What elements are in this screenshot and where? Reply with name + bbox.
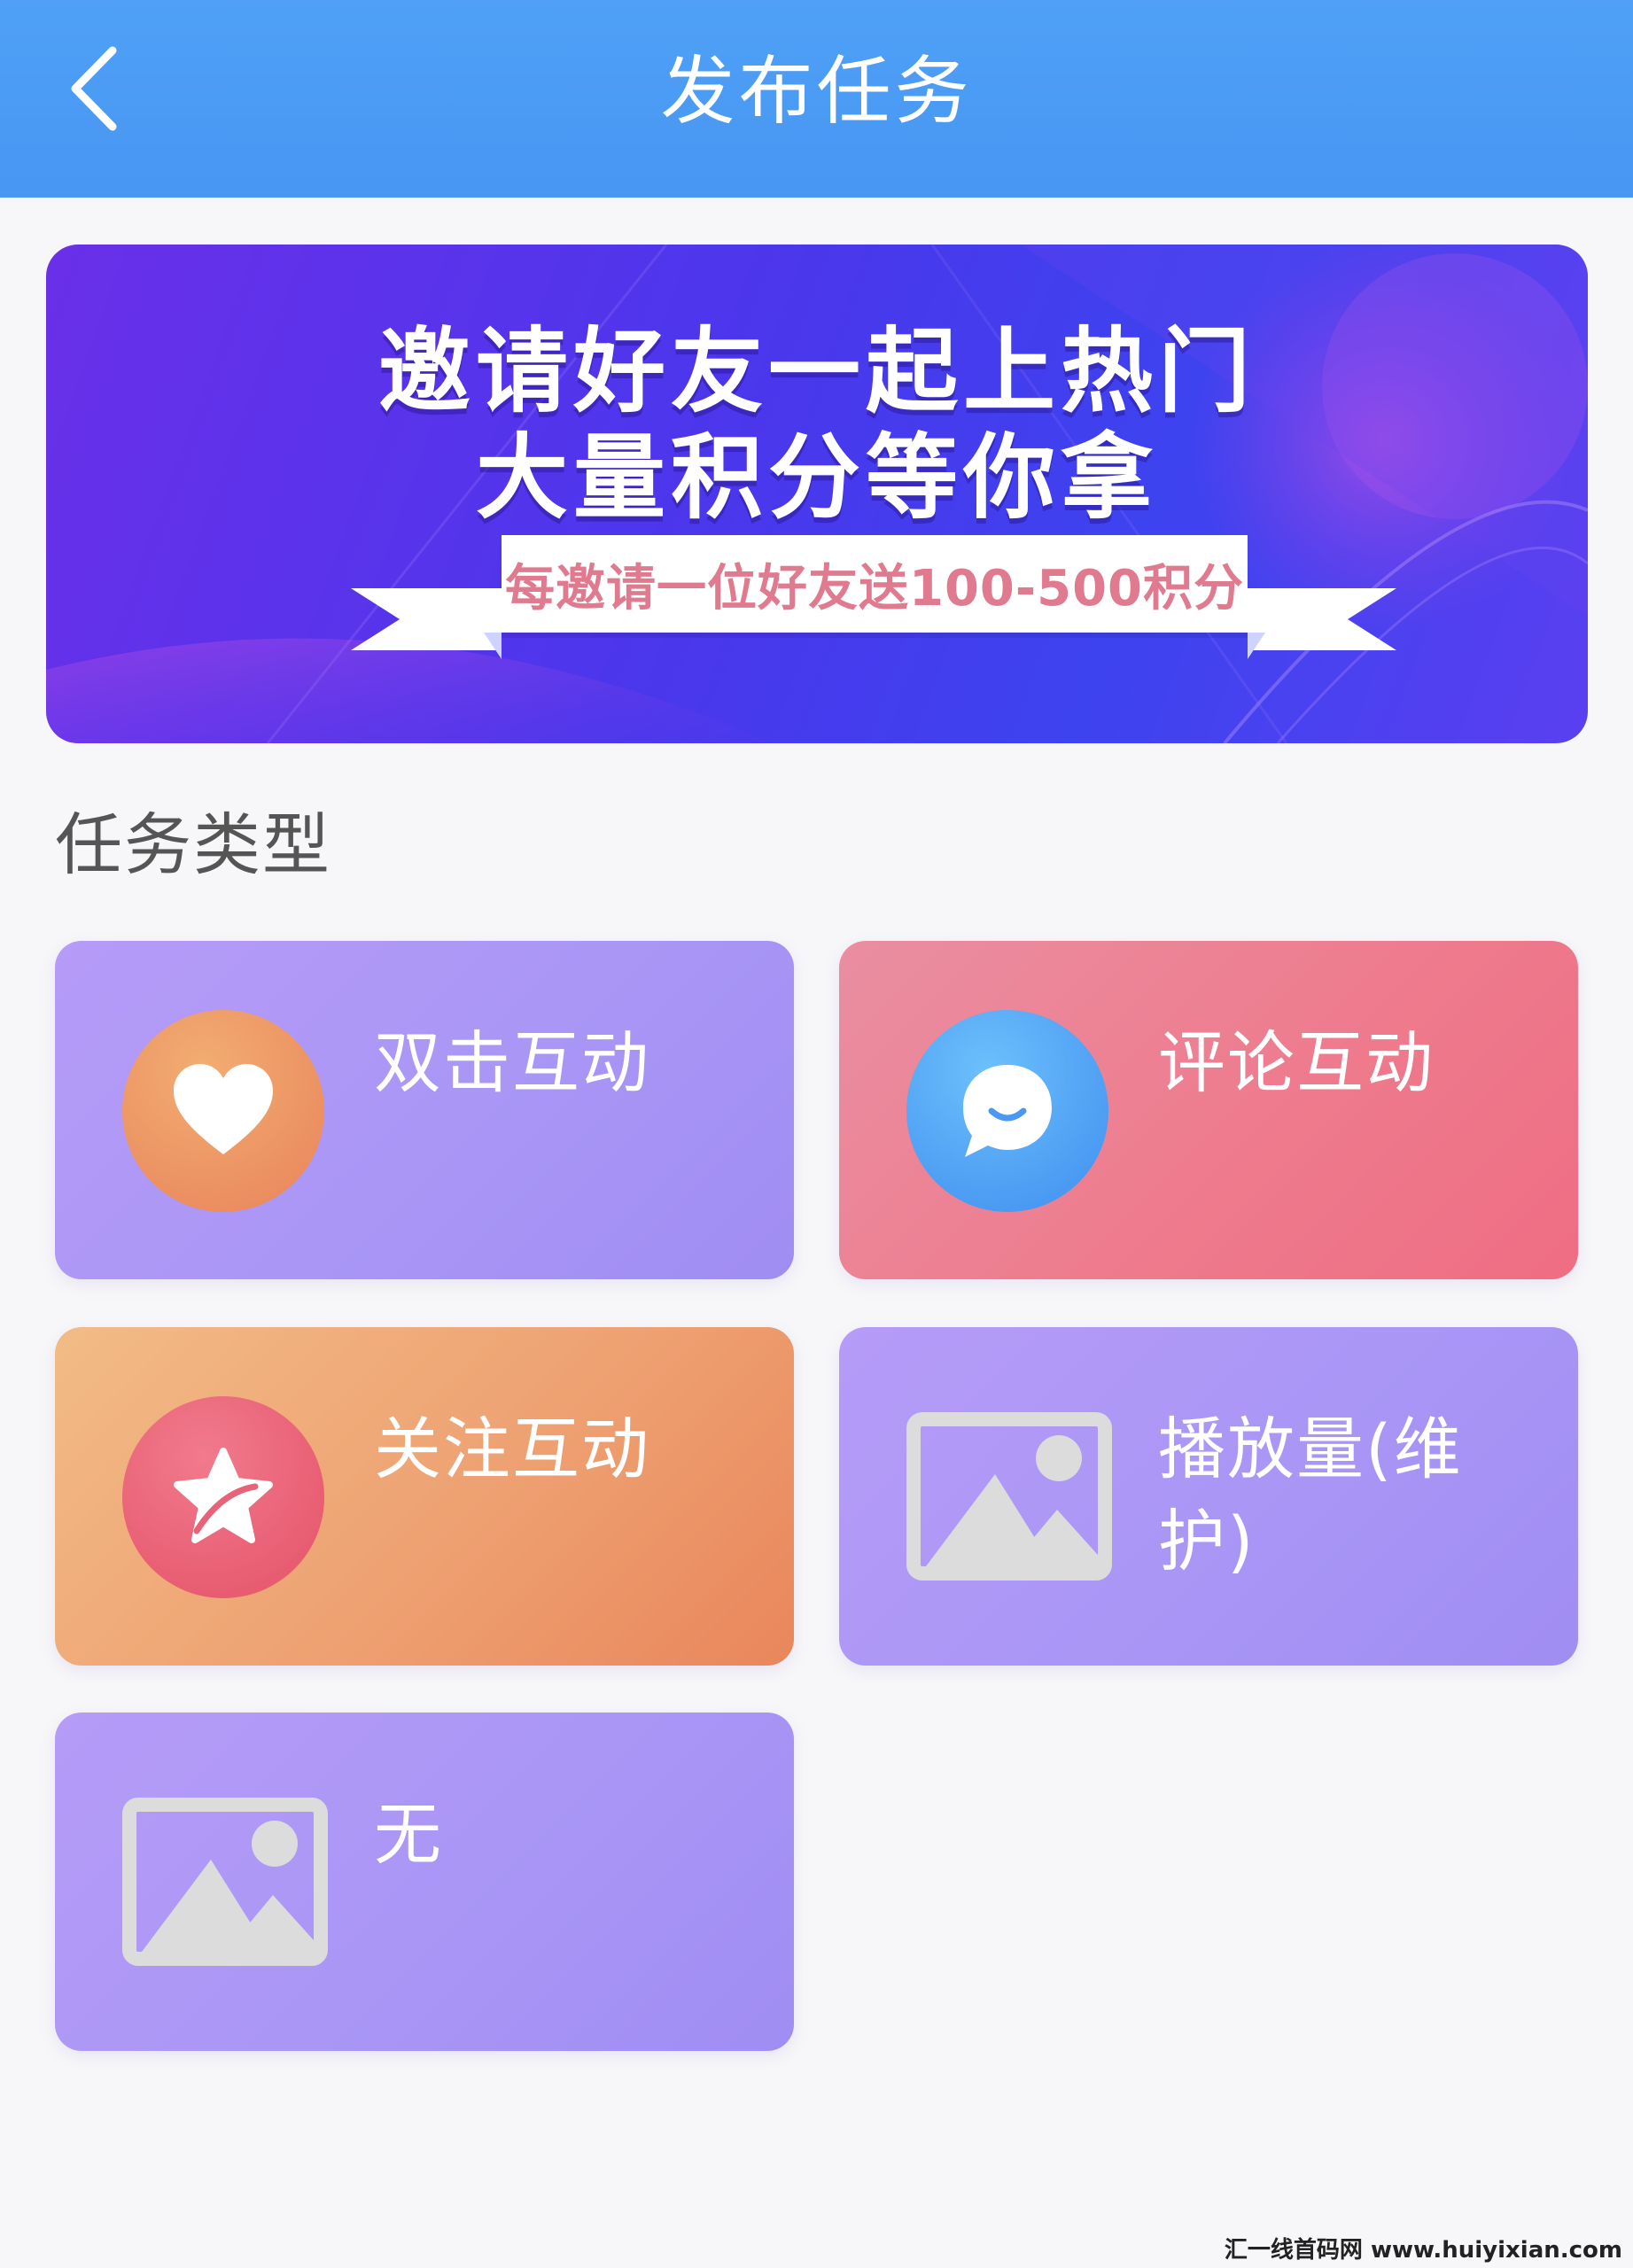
chat-icon-badge [906,1010,1108,1212]
section-title: 任务类型 [55,805,331,884]
star-icon-badge [122,1396,324,1598]
image-placeholder-icon [122,1798,328,1966]
task-label: 关注互动 [374,1410,650,1488]
task-card-double-tap[interactable]: 双击互动 [55,941,794,1279]
task-card-none[interactable]: 无 [55,1713,794,2051]
task-label: 评论互动 [1158,1023,1435,1102]
task-label: 双击互动 [374,1023,650,1102]
task-card-follow[interactable]: 关注互动 [55,1327,794,1666]
star-icon [174,1448,273,1543]
task-label: 播放量(维护) [1158,1410,1463,1581]
watermark: 汇一线首码网 www.huiyixian.com [1224,2237,1622,2264]
banner-headline: 邀请好友一起上热门 [377,317,1256,425]
chat-bubble-icon [963,1065,1052,1157]
task-label: 无 [374,1795,443,1874]
ribbon-center: 每邀请一位好友送100-500积分 [502,535,1248,633]
banner-subheadline: 大量积分等你拿 [475,423,1158,532]
banner-ribbon: 每邀请一位好友送100-500积分 [351,535,1396,677]
image-placeholder-icon [906,1412,1112,1581]
task-card-comment[interactable]: 评论互动 [839,941,1578,1279]
task-card-play-count[interactable]: 播放量(维护) [839,1327,1578,1666]
heart-icon [174,1064,273,1154]
ribbon-text: 每邀请一位好友送100-500积分 [504,559,1245,617]
invite-banner[interactable]: 邀请好友一起上热门 大量积分等你拿 每邀请一位好友送100-500积分 [46,245,1588,743]
page-title: 发布任务 [660,48,973,135]
top-navbar: 发布任务 [0,0,1633,198]
heart-icon-badge [122,1010,324,1212]
